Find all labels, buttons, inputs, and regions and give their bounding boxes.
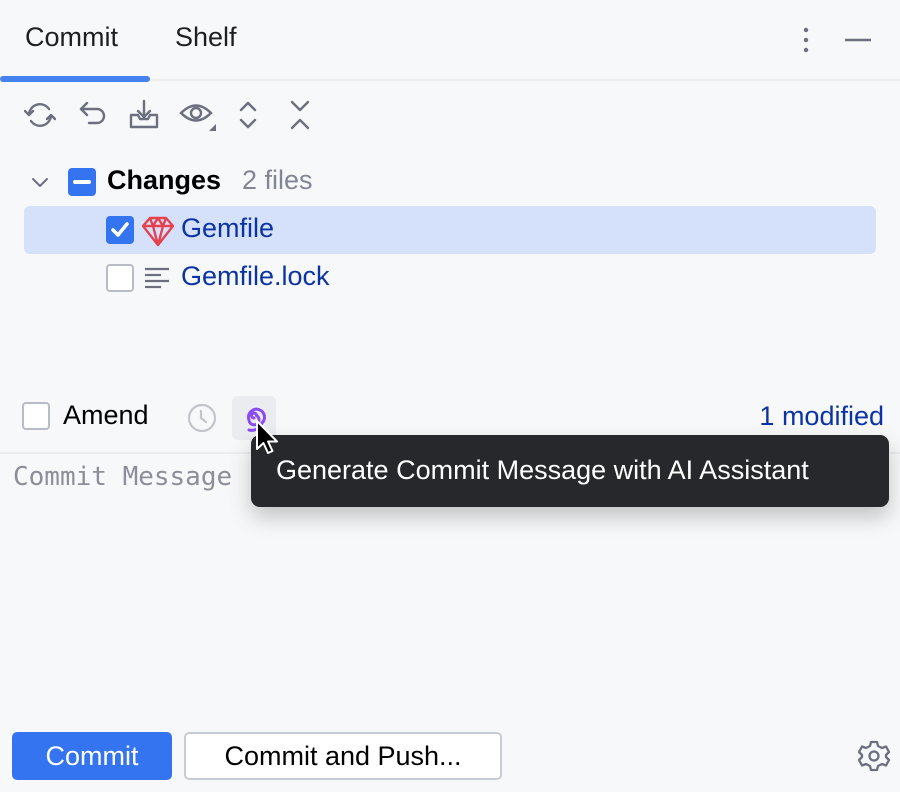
tab-bar: Commit Shelf <box>0 0 900 82</box>
modified-files-link[interactable]: 1 modified <box>759 401 884 432</box>
expand-all-button[interactable] <box>231 100 265 134</box>
changes-group-label[interactable]: Changes <box>107 165 221 196</box>
changes-file-count: 2 files <box>242 165 313 195</box>
ruby-gem-icon <box>141 215 175 247</box>
minimize-icon[interactable] <box>843 26 873 56</box>
gear-icon[interactable] <box>857 739 891 773</box>
collapse-all-button[interactable] <box>283 100 317 134</box>
preview-button[interactable] <box>178 100 218 134</box>
more-vertical-icon[interactable] <box>796 26 816 56</box>
expand-all-icon <box>232 99 264 136</box>
history-clock-icon[interactable] <box>186 402 218 434</box>
text-file-icon <box>143 265 171 291</box>
update-download-icon <box>128 99 160 136</box>
file-name[interactable]: Gemfile <box>181 213 274 244</box>
update-button[interactable] <box>127 99 161 136</box>
amend-checkbox[interactable] <box>22 402 50 430</box>
collapse-all-icon <box>284 99 316 136</box>
rollback-icon <box>77 99 109 136</box>
gemfile-checkbox[interactable] <box>106 216 134 244</box>
amend-label[interactable]: Amend <box>63 400 149 431</box>
changes-checkbox[interactable] <box>68 168 96 196</box>
refresh-icon <box>23 99 57 136</box>
commit-button[interactable]: Commit <box>12 732 172 780</box>
mouse-cursor-icon <box>254 419 282 459</box>
refresh-button[interactable] <box>23 100 57 134</box>
gemfile-lock-checkbox[interactable] <box>106 264 134 292</box>
preview-eye-icon <box>178 98 218 137</box>
tooltip: Generate Commit Message with AI Assistan… <box>251 435 889 507</box>
rollback-button[interactable] <box>76 100 110 134</box>
chevron-down-icon[interactable] <box>30 172 50 192</box>
active-tab-indicator <box>0 76 150 82</box>
tab-commit[interactable]: Commit <box>25 22 118 53</box>
tab-shelf[interactable]: Shelf <box>175 22 237 53</box>
commit-and-push-button[interactable]: Commit and Push... <box>184 732 502 780</box>
file-name[interactable]: Gemfile.lock <box>181 261 330 292</box>
